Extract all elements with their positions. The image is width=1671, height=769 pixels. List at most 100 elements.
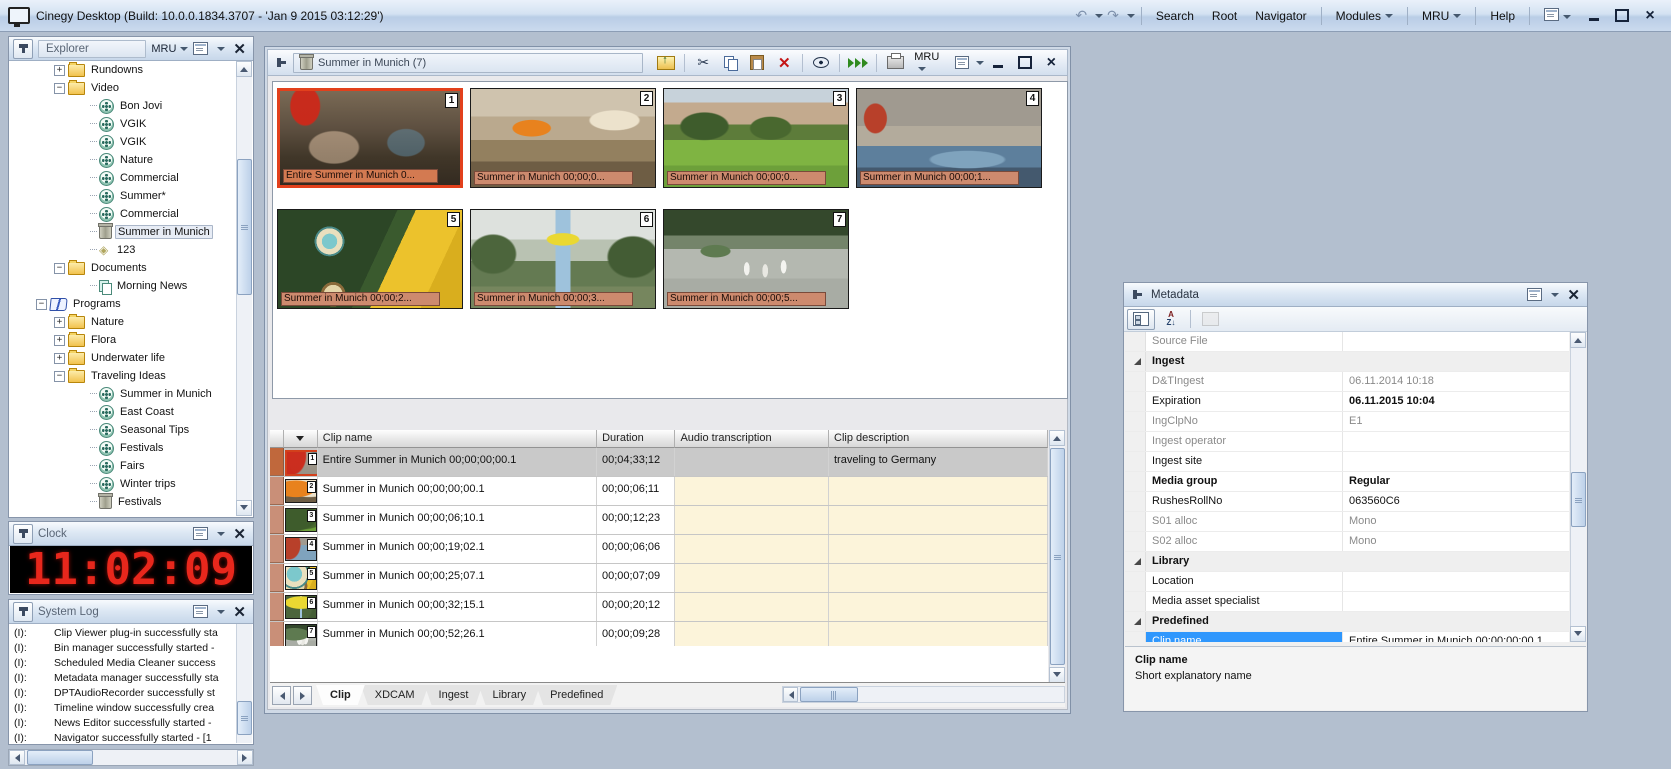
mru-menu-button[interactable]: MRU	[1414, 6, 1469, 26]
table-row[interactable]: 2Summer in Munich 00;00;00;00.100;00;06;…	[270, 477, 1048, 506]
row-handle[interactable]	[270, 448, 284, 476]
clip-thumbnail-4[interactable]: 4Summer in Munich 00;00;1...	[856, 88, 1042, 188]
metadata-label[interactable]: Expiration	[1146, 392, 1343, 411]
modules-menu-button[interactable]: Modules	[1328, 6, 1401, 26]
sidebar-item-summer-[interactable]: Summer*	[10, 187, 236, 205]
close-icon[interactable]: ✕	[230, 603, 249, 621]
sidebar-item-123[interactable]: ◈123	[10, 241, 236, 259]
print-button[interactable]	[883, 52, 907, 73]
metadata-category-ingest[interactable]: Ingest	[1125, 352, 1569, 372]
duration-cell[interactable]: 00;00;12;23	[597, 506, 675, 534]
undo-icon[interactable]: ↶	[1073, 7, 1089, 24]
clip-thumbnail-6[interactable]: 6Summer in Munich 00;00;3...	[470, 209, 656, 309]
categorized-view-button[interactable]	[1127, 309, 1155, 330]
column-header-audio-transcription[interactable]: Audio transcription	[675, 430, 829, 448]
sidebar-item-vgik[interactable]: VGIK	[10, 115, 236, 133]
window-menu-icon[interactable]	[193, 42, 208, 55]
thumbnail-column-header[interactable]	[284, 430, 318, 448]
metadata-row-d-tingest[interactable]: D&TIngest06.11.2014 10:18	[1125, 372, 1569, 392]
metadata-row-clip-name[interactable]: Clip nameEntire Summer in Munich 00;00;0…	[1125, 632, 1569, 642]
table-horizontal-scrollbar[interactable]	[782, 686, 1065, 703]
tree-expand-icon[interactable]: −	[54, 263, 65, 274]
metadata-label[interactable]: Media asset specialist	[1146, 592, 1343, 611]
metadata-value[interactable]	[1343, 572, 1569, 591]
table-row[interactable]: 3Summer in Munich 00;00;06;10.100;00;12;…	[270, 506, 1048, 535]
row-handle[interactable]	[270, 564, 284, 592]
sidebar-item-documents[interactable]: −Documents	[10, 259, 236, 277]
metadata-label[interactable]: Source File	[1146, 332, 1343, 351]
pin-button[interactable]	[13, 602, 33, 622]
audio-transcription-cell[interactable]	[675, 564, 829, 592]
close-icon[interactable]: ✕	[230, 525, 249, 543]
metadata-label[interactable]: S02 alloc	[1146, 532, 1343, 551]
sidebar-item-programs[interactable]: −Programs	[10, 295, 236, 313]
row-handle[interactable]	[270, 535, 284, 563]
metadata-label[interactable]: D&TIngest	[1146, 372, 1343, 391]
sidebar-item-commercial[interactable]: Commercial	[10, 205, 236, 223]
redo-icon[interactable]: ↷	[1105, 7, 1121, 24]
clip-name-cell[interactable]: Summer in Munich 00;00;06;10.1	[318, 506, 597, 534]
filter-dropdown-icon[interactable]	[296, 436, 304, 445]
scrollbar-thumb[interactable]	[1050, 448, 1065, 665]
audio-transcription-cell[interactable]	[675, 477, 829, 505]
duration-cell[interactable]: 00;00;06;11	[597, 477, 675, 505]
metadata-value[interactable]: 06.11.2014 10:18	[1343, 372, 1569, 391]
clip-description-cell[interactable]: traveling to Germany	[829, 448, 1048, 476]
metadata-category-predefined[interactable]: Predefined	[1125, 612, 1569, 632]
column-header-clip-description[interactable]: Clip description	[829, 430, 1048, 448]
up-one-level-button[interactable]	[654, 52, 678, 73]
sidebar-item-winter-trips[interactable]: Winter trips	[10, 475, 236, 493]
window-menu-icon[interactable]	[1527, 288, 1542, 301]
metadata-row-media-group[interactable]: Media groupRegular	[1125, 472, 1569, 492]
metadata-row-expiration[interactable]: Expiration06.11.2015 10:04	[1125, 392, 1569, 412]
table-row[interactable]: 1Entire Summer in Munich 00;00;00;00.100…	[270, 448, 1048, 477]
metadata-row-s01-alloc[interactable]: S01 allocMono	[1125, 512, 1569, 532]
scroll-down-icon[interactable]	[1570, 626, 1586, 642]
tab-ingest[interactable]: Ingest	[425, 685, 483, 705]
maximize-button[interactable]	[1013, 54, 1037, 72]
metadata-label[interactable]: Ingest operator	[1146, 432, 1343, 451]
tree-expand-icon[interactable]: +	[54, 353, 65, 364]
close-icon[interactable]: ✕	[230, 40, 249, 58]
metadata-value[interactable]: Entire Summer in Munich 00;00;00;00.1	[1343, 632, 1569, 642]
minimize-button[interactable]	[987, 54, 1011, 72]
clip-window-mru-button[interactable]: MRU	[910, 51, 952, 75]
close-icon[interactable]: ✕	[1564, 286, 1583, 304]
sidebar-item-rundowns[interactable]: +Rundowns	[10, 61, 236, 79]
sidebar-item-fairs[interactable]: Fairs	[10, 457, 236, 475]
metadata-label[interactable]: Clip name	[1146, 632, 1343, 642]
sidebar-item-morning-news[interactable]: Morning News	[10, 277, 236, 295]
clip-name-cell[interactable]: Summer in Munich 00;00;32;15.1	[318, 593, 597, 621]
metadata-value[interactable]	[1343, 432, 1569, 451]
navigator-button[interactable]: Navigator	[1247, 6, 1314, 26]
table-row[interactable]: 5Summer in Munich 00;00;25;07.100;00;07;…	[270, 564, 1048, 593]
sidebar-item-festivals[interactable]: Festivals	[10, 493, 236, 511]
metadata-value[interactable]: E1	[1343, 412, 1569, 431]
window-menu-icon[interactable]	[193, 605, 208, 618]
tab-scroll-left-button[interactable]	[272, 686, 291, 705]
metadata-category-library[interactable]: Library	[1125, 552, 1569, 572]
scrollbar-thumb[interactable]	[237, 701, 252, 735]
metadata-row-location[interactable]: Location	[1125, 572, 1569, 592]
metadata-row-ingclpno[interactable]: IngClpNoE1	[1125, 412, 1569, 432]
chevron-down-icon[interactable]	[217, 532, 225, 536]
minimize-button[interactable]	[1581, 7, 1607, 25]
property-pages-button[interactable]	[1197, 310, 1223, 329]
delete-button[interactable]: ✕	[772, 52, 796, 73]
sidebar-item-seasonal-tips[interactable]: Seasonal Tips	[10, 421, 236, 439]
root-button[interactable]: Root	[1204, 6, 1245, 26]
maximize-button[interactable]	[1609, 7, 1635, 25]
window-menu-icon[interactable]	[193, 527, 208, 540]
metadata-value[interactable]	[1343, 332, 1569, 351]
explorer-scrollbar[interactable]	[236, 61, 252, 516]
cut-button[interactable]: ✂	[691, 52, 715, 73]
sidebar-item-traveling-ideas[interactable]: −Traveling Ideas	[10, 367, 236, 385]
clip-description-cell[interactable]	[829, 564, 1048, 592]
tab-predefined[interactable]: Predefined	[536, 685, 617, 705]
metadata-scrollbar[interactable]	[1570, 332, 1586, 642]
row-handle[interactable]	[270, 477, 284, 505]
metadata-label[interactable]: IngClpNo	[1146, 412, 1343, 431]
clip-thumbnail-7[interactable]: 7Summer in Munich 00;00;5...	[663, 209, 849, 309]
category-collapse-icon[interactable]	[1125, 352, 1146, 371]
clip-thumbnail-1[interactable]: 1Entire Summer in Munich 0...	[277, 88, 463, 188]
